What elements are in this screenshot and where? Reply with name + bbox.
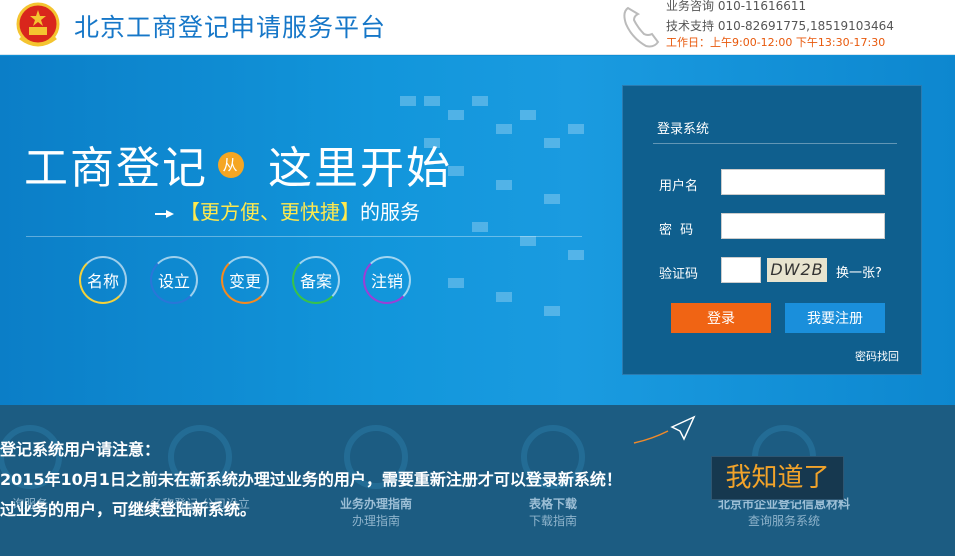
captcha-input[interactable] <box>721 257 761 283</box>
cancel-registration-button[interactable]: 注销 <box>363 256 411 304</box>
hero-slogan: 工商登记从这里开始 <box>24 132 452 196</box>
login-panel: 登录系统 用户名 密 码 验证码 DW2B 换一张? 登录 我要注册 密码找回 <box>622 85 922 375</box>
hero-divider <box>26 236 582 237</box>
contact-info: 业务咨询 010-11616611 技术支持 010-82691775,1851… <box>666 0 894 50</box>
paper-plane-icon <box>633 415 696 444</box>
slogan-part2: 这里开始 <box>268 143 452 194</box>
support-text: 技术支持 010-82691775,18519103464 <box>666 19 894 33</box>
services-section: 询服务 名称登记 公司设立 业务办理指南 办理指南 表格下载 下载指南 北京市企… <box>0 405 955 556</box>
slogan-part1: 工商登记 <box>24 143 208 194</box>
notice-line: 2015年10月1日之前未在新系统办理过业务的用户，需要重新注册才可以登录新系统… <box>0 470 622 489</box>
login-divider <box>653 143 897 144</box>
notice-overlay: 登记系统用户请注意： 2015年10月1日之前未在新系统办理过业务的用户，需要重… <box>0 435 622 525</box>
site-title: 北京工商登记申请服务平台 <box>74 13 387 42</box>
work-hours-text: 工作日：上午9:00-12:00 下午13:30-17:30 <box>666 36 886 49</box>
name-button[interactable]: 名称 <box>79 256 127 304</box>
establish-button[interactable]: 设立 <box>150 256 198 304</box>
change-button[interactable]: 变更 <box>221 256 269 304</box>
password-input[interactable] <box>721 213 885 239</box>
national-emblem-icon <box>16 2 60 47</box>
pointing-hand-icon <box>155 209 174 218</box>
cong-badge: 从 <box>218 152 244 178</box>
phone-icon <box>623 6 660 48</box>
decorative-grid <box>400 96 584 316</box>
notice-line: 过业务的用户，可继续登陆新系统。 <box>0 500 257 519</box>
register-button[interactable]: 我要注册 <box>785 303 885 333</box>
username-label: 用户名 <box>659 179 699 194</box>
hero-tagline: 【更方便、更快捷】的服务 <box>154 196 420 225</box>
login-title: 登录系统 <box>657 122 710 137</box>
username-input[interactable] <box>721 169 885 195</box>
tagline-suffix: 的服务 <box>360 200 420 224</box>
password-label: 密 码 <box>659 223 696 238</box>
login-button[interactable]: 登录 <box>671 303 771 333</box>
tagline-highlight: 【更方便、更快捷】 <box>180 200 360 224</box>
business-type-buttons: 名称 设立 变更 备案 注销 <box>79 256 411 304</box>
notice-line: 登记系统用户请注意： <box>0 440 161 459</box>
filing-button[interactable]: 备案 <box>292 256 340 304</box>
captcha-label: 验证码 <box>659 267 699 282</box>
page-header: 北京工商登记申请服务平台 业务咨询 010-11616611 技术支持 010-… <box>0 0 955 55</box>
dismiss-notice-button[interactable]: 我知道了 <box>711 456 844 500</box>
hotline-text: 业务咨询 010-11616611 <box>666 0 807 13</box>
change-captcha-link[interactable]: 换一张? <box>836 262 882 281</box>
captcha-image[interactable]: DW2B <box>767 258 827 282</box>
service-sub: 查询服务系统 <box>747 514 820 528</box>
forgot-password-link[interactable]: 密码找回 <box>855 348 899 364</box>
